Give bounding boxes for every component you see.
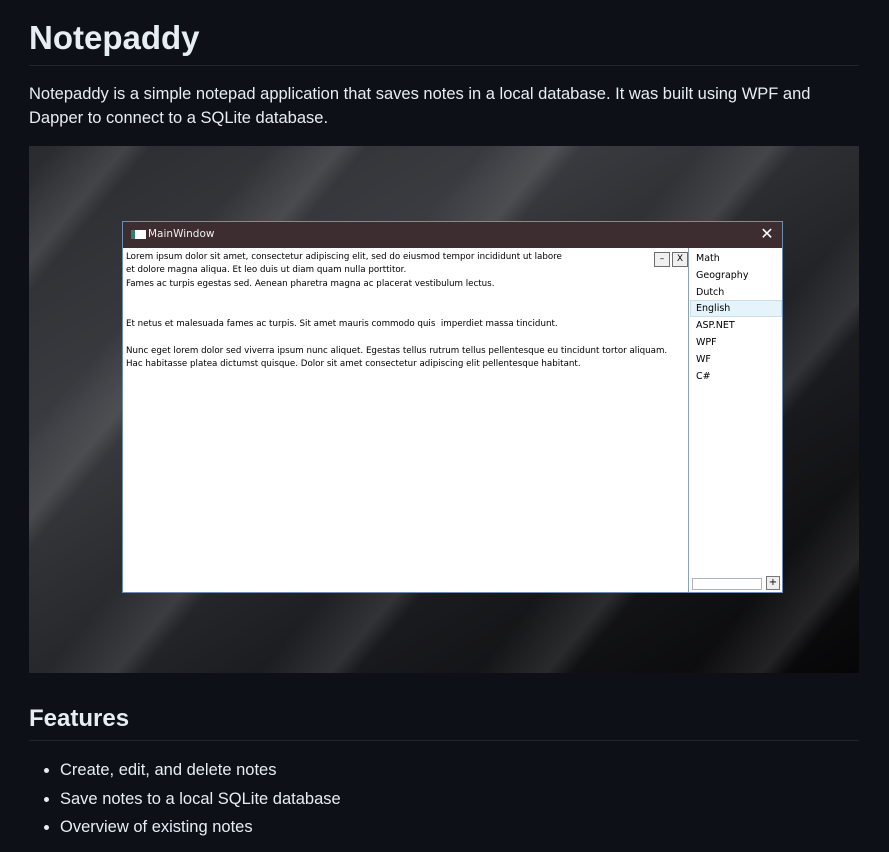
note-list-item[interactable]: Math: [690, 250, 782, 267]
add-note-button[interactable]: +: [766, 576, 780, 590]
feature-item: Create, edit, and delete notes: [60, 756, 341, 785]
note-list-item[interactable]: C#: [690, 368, 782, 385]
note-list-item[interactable]: ASP.NET: [690, 317, 782, 334]
note-list-item[interactable]: Geography: [690, 267, 782, 284]
note-list-item[interactable]: WF: [690, 351, 782, 368]
window-title: MainWindow: [148, 228, 215, 240]
app-icon: [131, 230, 146, 239]
features-list: Create, edit, and delete notes Save note…: [29, 756, 341, 842]
main-window: MainWindow ✕ Lorem ipsum dolor sit amet,…: [122, 221, 783, 593]
features-divider: [29, 740, 859, 741]
window-titlebar[interactable]: MainWindow ✕: [123, 222, 782, 248]
feature-item: Save notes to a local SQLite database: [60, 785, 341, 814]
note-list-item[interactable]: English: [690, 300, 782, 318]
app-screenshot: MainWindow ✕ Lorem ipsum dolor sit amet,…: [29, 146, 859, 673]
note-editor[interactable]: Lorem ipsum dolor sit amet, consectetur …: [123, 248, 689, 592]
notes-list: Math Geography Dutch English ASP.NET WPF WF C#: [690, 248, 782, 384]
new-note-input[interactable]: [692, 578, 762, 590]
feature-item: Overview of existing notes: [60, 813, 341, 842]
intro-paragraph: Notepaddy is a simple notepad applicatio…: [29, 85, 811, 127]
minimize-note-button[interactable]: –: [654, 252, 670, 267]
delete-note-button[interactable]: X: [672, 252, 688, 267]
close-icon[interactable]: ✕: [758, 224, 776, 244]
page-title: Notepaddy: [29, 19, 200, 56]
features-heading: Features: [29, 705, 130, 732]
note-list-item[interactable]: Dutch: [690, 284, 782, 301]
notes-sidebar: Math Geography Dutch English ASP.NET WPF WF C# …: [690, 248, 782, 592]
title-divider: [29, 65, 859, 66]
note-list-item[interactable]: WPF: [690, 334, 782, 351]
